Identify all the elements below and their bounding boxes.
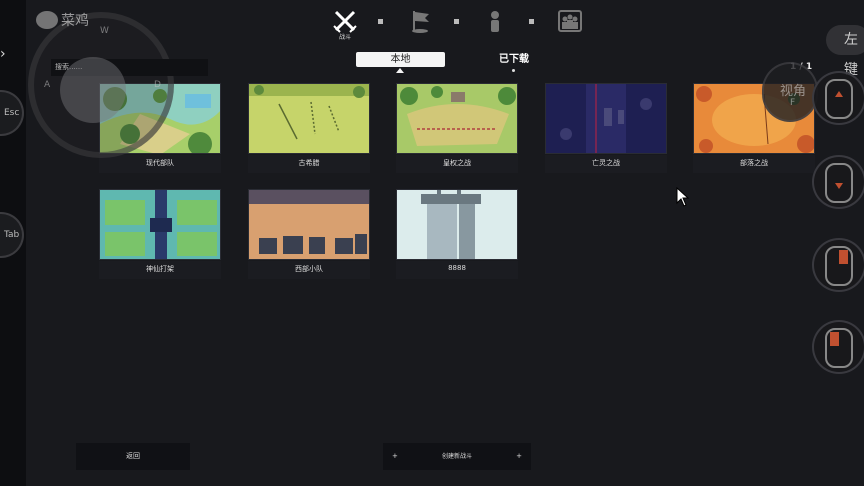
key-f-label: F	[790, 98, 796, 108]
esc-key-label: Esc	[4, 108, 20, 118]
map-card[interactable]: 亡灵之战	[545, 83, 667, 173]
mode-campaign[interactable]	[405, 6, 435, 46]
map-thumbnail	[248, 189, 370, 260]
map-thumbnail	[396, 83, 518, 154]
mode-separator-dot	[529, 19, 534, 24]
map-label: 现代部队	[146, 159, 174, 167]
map-label: 8888	[448, 264, 466, 272]
plus-icon: +	[516, 452, 522, 460]
view-key[interactable]: 视角 F	[762, 62, 818, 122]
tab-active-caret	[396, 68, 404, 73]
crossed-swords-icon	[333, 10, 357, 33]
logo-text: 菜鸡	[61, 13, 89, 29]
scroll-down-button[interactable]	[812, 155, 864, 209]
joystick-key-d: D	[154, 80, 161, 90]
mode-workshop[interactable]	[555, 6, 585, 46]
joystick-thumb[interactable]	[60, 57, 126, 123]
group-icon	[558, 10, 582, 32]
mouse-scroll-down-icon	[825, 163, 853, 203]
map-card[interactable]: 神仙打架	[99, 189, 221, 279]
mouse-right-button[interactable]	[812, 238, 864, 292]
person-icon	[491, 11, 499, 32]
flag-icon	[412, 11, 429, 33]
map-label: 部落之战	[740, 159, 768, 167]
map-label: 亡灵之战	[592, 159, 620, 167]
map-label: 古希腊	[298, 159, 320, 167]
scroll-up-button[interactable]	[812, 71, 864, 125]
mouse-scroll-up-icon	[825, 79, 853, 119]
map-label: 皇权之战	[443, 159, 471, 167]
map-card[interactable]: 8888	[396, 189, 518, 279]
left-click-key[interactable]: 左键	[826, 25, 864, 78]
mode-battle[interactable]: 战斗	[330, 6, 360, 46]
logo-icon	[36, 11, 58, 29]
tab-dot	[512, 69, 515, 72]
map-card[interactable]: 皇权之战	[396, 83, 518, 173]
map-thumbnail	[248, 83, 370, 154]
mode-bar: 战斗	[330, 6, 586, 48]
map-label: 西部小队	[295, 265, 323, 273]
battle-map-select-screen: 战斗 本地 已下载 现代部队 古希腊 皇权之战 亡灵之战 部落之战 神仙打架 西…	[0, 0, 864, 486]
create-battle-button[interactable]: + 创建新战斗 +	[383, 443, 531, 470]
mouse-icon	[825, 246, 853, 286]
chevron-right-icon[interactable]: ›	[0, 46, 6, 62]
tab-local[interactable]: 本地	[356, 52, 445, 67]
mouse-cursor-icon	[676, 187, 690, 207]
mode-separator-dot	[378, 19, 383, 24]
joystick-key-a: A	[44, 80, 51, 90]
map-thumbnail	[545, 83, 667, 154]
map-label: 神仙打架	[146, 265, 174, 273]
mode-unit-creator[interactable]	[480, 6, 510, 46]
overlay-logo: 菜鸡	[36, 9, 96, 29]
mode-battle-caption: 战斗	[338, 34, 351, 41]
mouse-left-button[interactable]	[812, 320, 864, 374]
mode-separator-dot	[454, 19, 459, 24]
plus-icon: +	[392, 452, 398, 460]
create-battle-label: 创建新战斗	[441, 453, 472, 460]
tab-key-label: Tab	[4, 230, 20, 240]
view-key-label: 视角	[780, 84, 807, 99]
map-thumbnail	[99, 189, 221, 260]
joystick-key-w: W	[100, 26, 109, 36]
map-card[interactable]: 西部小队	[248, 189, 370, 279]
back-button[interactable]: 返回	[76, 443, 190, 470]
map-card[interactable]: 古希腊	[248, 83, 370, 173]
map-thumbnail	[396, 189, 518, 260]
mouse-icon	[825, 328, 853, 368]
tab-downloaded[interactable]: 已下载	[488, 52, 540, 67]
